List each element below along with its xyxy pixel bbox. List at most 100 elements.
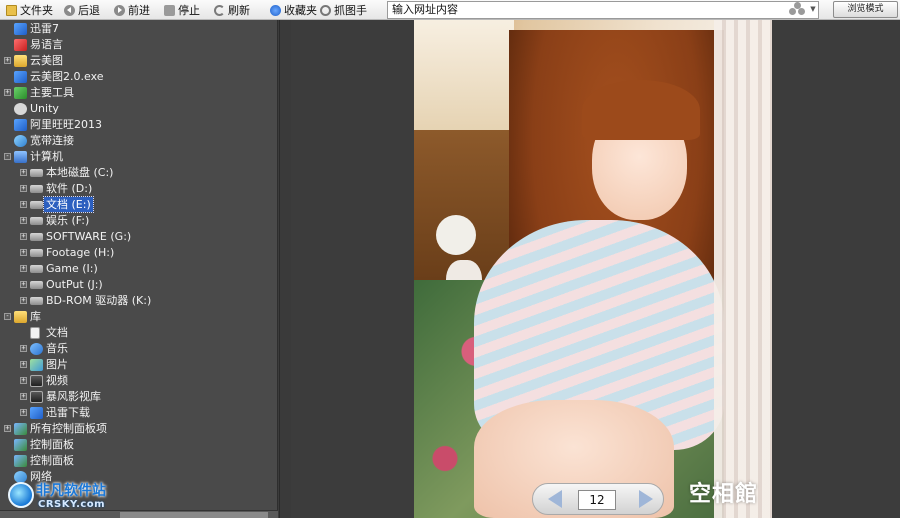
drive-icon	[30, 201, 43, 209]
drive-icon	[30, 233, 43, 241]
expand-icon[interactable]: +	[20, 185, 27, 192]
tree-item[interactable]: + 文档 (E:)	[0, 196, 277, 213]
expand-icon[interactable]: +	[20, 249, 27, 256]
photo-bangs	[582, 80, 700, 140]
pc-icon	[14, 151, 27, 163]
doc-icon	[30, 327, 40, 339]
expand-icon[interactable]: +	[4, 57, 11, 64]
expand-icon[interactable]: +	[4, 89, 11, 96]
tree-item[interactable]: 云美图2.0.exe	[0, 69, 277, 85]
drive-icon	[30, 185, 43, 193]
tree-item[interactable]: + Footage (H:)	[0, 245, 277, 261]
tree-item[interactable]: + 娱乐 (F:)	[0, 213, 277, 229]
expand-icon[interactable]: +	[20, 393, 27, 400]
tree-item[interactable]: + 主要工具	[0, 85, 277, 101]
expand-icon[interactable]: +	[20, 297, 27, 304]
photo-logo: 空相館	[689, 481, 759, 507]
forward-button[interactable]: 前进	[114, 2, 150, 18]
previous-page-icon[interactable]	[539, 488, 567, 510]
tree-item[interactable]: Unity	[0, 101, 277, 117]
refresh-button[interactable]: 刷新	[214, 2, 250, 18]
unity-icon	[14, 103, 27, 115]
expand-icon[interactable]: +	[20, 169, 27, 176]
folder-button[interactable]: 文件夹	[6, 2, 53, 18]
tree-item-label: 主要工具	[30, 86, 74, 99]
tree-item[interactable]: + 音乐	[0, 341, 277, 357]
browser-logo-icon[interactable]	[786, 2, 808, 17]
tree-item-label: 云美图2.0.exe	[30, 70, 104, 83]
expand-icon[interactable]: +	[20, 377, 27, 384]
pane-splitter[interactable]	[279, 20, 291, 518]
pic-icon	[30, 359, 43, 371]
back-button-label: 后退	[78, 4, 100, 17]
page-number-input[interactable]: 12	[578, 490, 616, 510]
expand-icon[interactable]: +	[20, 265, 27, 272]
tree-item-label: SOFTWARE (G:)	[46, 230, 132, 243]
ctrl-icon	[14, 423, 27, 435]
tree-item-label: 控制面板	[30, 438, 74, 451]
expand-icon[interactable]: +	[20, 201, 27, 208]
next-page-icon[interactable]	[629, 488, 657, 510]
expand-icon[interactable]: +	[20, 281, 27, 288]
ctrl-icon	[14, 439, 27, 451]
tree-item[interactable]: 迅雷7	[0, 21, 277, 37]
collapse-icon[interactable]: -	[4, 153, 11, 160]
tree-item[interactable]: + 所有控制面板项	[0, 421, 277, 437]
address-dropdown-icon[interactable]: ▼	[808, 2, 818, 17]
tree-item[interactable]: + 迅雷下载	[0, 405, 277, 421]
drive-icon	[30, 297, 43, 305]
drive-icon	[30, 265, 43, 273]
tree-item[interactable]: + Game (I:)	[0, 261, 277, 277]
page-navigator: 12	[532, 483, 664, 515]
tree-item-label: 本地磁盘 (C:)	[46, 166, 114, 179]
drive-icon	[30, 169, 43, 177]
tree-item-label: OutPut (J:)	[46, 278, 103, 291]
back-button[interactable]: 后退	[64, 2, 100, 18]
tree-item[interactable]: + 云美图	[0, 53, 277, 69]
tree-item[interactable]: -库	[0, 309, 277, 325]
tree-item[interactable]: 易语言	[0, 37, 277, 53]
tree-item-label: 云美图	[30, 54, 63, 67]
tree-item[interactable]: + 本地磁盘 (C:)	[0, 165, 277, 181]
tree-item-label: 文档	[46, 326, 68, 339]
scrollbar-thumb[interactable]	[120, 512, 268, 518]
expand-icon[interactable]: +	[20, 409, 27, 416]
stop-button[interactable]: 停止	[164, 2, 200, 18]
video-icon	[30, 391, 43, 403]
tree-item[interactable]: + SOFTWARE (G:)	[0, 229, 277, 245]
tree-item[interactable]: + 暴风影视库	[0, 389, 277, 405]
tree-item[interactable]: 控制面板	[0, 453, 277, 469]
tree-item-label: 文档 (E:)	[43, 196, 94, 213]
tree-item[interactable]: + 图片	[0, 357, 277, 373]
expand-icon[interactable]: +	[20, 217, 27, 224]
capture-button[interactable]: 抓图手	[320, 2, 367, 18]
tree-item[interactable]: 文档	[0, 325, 277, 341]
tree-item[interactable]: 控制面板	[0, 437, 277, 453]
tree-item[interactable]: + BD-ROM 驱动器 (K:)	[0, 293, 277, 309]
folder-icon	[14, 55, 27, 67]
watermark-subtitle: CRSKY.com	[38, 499, 106, 510]
net-icon	[14, 135, 27, 147]
address-input[interactable]: 输入网址内容	[387, 1, 819, 19]
tree-item[interactable]: + OutPut (J:)	[0, 277, 277, 293]
tree-item[interactable]: 宽带连接	[0, 133, 277, 149]
magnifier-icon	[320, 4, 331, 16]
tree-item-label: Unity	[30, 102, 59, 115]
favorites-button[interactable]: 收藏夹	[270, 2, 317, 18]
expand-icon[interactable]: +	[4, 425, 11, 432]
browse-mode-button[interactable]: 浏览模式	[833, 1, 898, 18]
expand-icon[interactable]: +	[20, 233, 27, 240]
collapse-icon[interactable]: -	[4, 313, 11, 320]
forward-button-label: 前进	[128, 4, 150, 17]
folder-icon	[14, 311, 27, 323]
tree-item[interactable]: 阿里旺旺2013	[0, 117, 277, 133]
tree-item[interactable]: - 计算机	[0, 149, 277, 165]
expand-icon[interactable]: +	[20, 361, 27, 368]
folder-tree[interactable]: 迅雷7 易语言 + 云美图云美图2.0.exe + 主要工具 Unity 阿里旺旺2013 宽带…	[0, 20, 278, 518]
ctrl-icon	[14, 455, 27, 467]
tree-item[interactable]: + 视频	[0, 373, 277, 389]
photo[interactable]: 空相館	[414, 20, 772, 518]
expand-icon[interactable]: +	[20, 345, 27, 352]
folder-icon	[6, 4, 17, 16]
tree-item[interactable]: + 软件 (D:)	[0, 181, 277, 197]
